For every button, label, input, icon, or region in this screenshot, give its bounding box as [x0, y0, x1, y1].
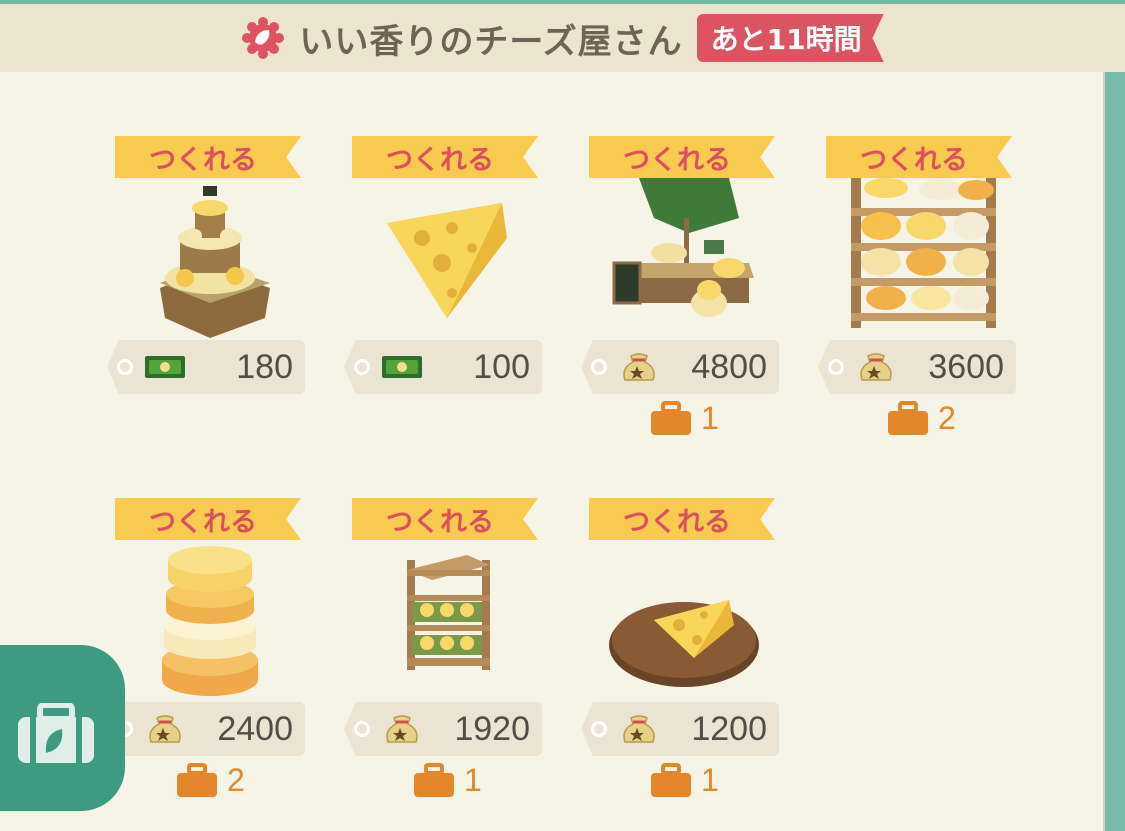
bag-requirement: 1 [649, 762, 719, 799]
bell-bag-icon [623, 353, 655, 381]
price-value: 180 [236, 348, 293, 386]
craftable-badge: つくれる [115, 498, 301, 540]
tag-hole [354, 721, 370, 737]
cheese-tower-stand-image [160, 186, 270, 338]
suitcase-icon [177, 762, 217, 797]
item-card[interactable]: つくれる 1920 1 [344, 498, 552, 799]
item-card[interactable]: つくれる 3600 2 [818, 136, 1026, 437]
stacked-cheese-wheels-image [162, 546, 258, 696]
craftable-badge: つくれる [352, 498, 538, 540]
craftable-badge: つくれる [826, 136, 1012, 178]
cheese-crate-rack-image [407, 555, 490, 670]
bell-bag-icon [860, 353, 892, 381]
craftable-badge: つくれる [589, 136, 775, 178]
bell-bag-icon [623, 715, 655, 743]
cheese-on-board-image [609, 600, 759, 687]
bag-requirement: 1 [649, 400, 719, 437]
price-tag: 2400 [107, 702, 305, 756]
price-tag: 1200 [581, 702, 779, 756]
item-card[interactable]: つくれる 4800 1 [581, 136, 789, 437]
price-tag: 4800 [581, 340, 779, 394]
bag-requirement: 2 [175, 762, 245, 799]
price-value: 2400 [217, 710, 293, 748]
cheese-shelf-image [851, 178, 996, 328]
tag-hole [591, 721, 607, 737]
item-card[interactable]: つくれる 180 [107, 136, 315, 436]
tag-hole [354, 359, 370, 375]
price-tag: 1920 [344, 702, 542, 756]
price-value: 1920 [454, 710, 530, 748]
bell-bag-icon [149, 715, 181, 743]
suitcase-icon [651, 762, 691, 797]
suitcase-icon [888, 400, 928, 435]
bell-bag-icon [386, 715, 418, 743]
cheese-stall-image [612, 178, 754, 317]
page-title: いい香りのチーズ屋さん [299, 21, 683, 62]
bag-count: 2 [938, 400, 956, 436]
bag-count: 1 [701, 762, 719, 798]
tag-hole [591, 359, 607, 375]
item-card[interactable]: つくれる 100 [344, 136, 552, 436]
flower-icon [242, 17, 285, 59]
price-value: 100 [473, 348, 530, 386]
bag-requirement: 1 [412, 762, 482, 799]
item-card[interactable]: つくれる 2400 2 [107, 498, 315, 799]
price-value: 3600 [928, 348, 1004, 386]
craftable-badge: つくれる [352, 136, 538, 178]
craftable-badge: つくれる [115, 136, 301, 178]
price-value: 4800 [691, 348, 767, 386]
scrollbar-track[interactable] [1105, 72, 1125, 831]
timer-badge: あと11時間 [696, 14, 884, 62]
suitcase-icon [414, 762, 454, 797]
price-tag: 3600 [818, 340, 1016, 394]
craftable-badge: つくれる [589, 498, 775, 540]
bag-count: 1 [464, 762, 482, 798]
price-value: 1200 [691, 710, 767, 748]
cheese-wedge-image [387, 203, 507, 318]
suitcase-icon [651, 400, 691, 435]
price-tag: 100 [344, 340, 542, 394]
ticket-icon [382, 356, 422, 378]
bag-requirement: 2 [886, 400, 956, 437]
ticket-icon [145, 356, 185, 378]
price-tag: 180 [107, 340, 305, 394]
leaf-bag-icon [18, 703, 94, 763]
inventory-bag-button[interactable] [0, 645, 125, 811]
header-bar: いい香りのチーズ屋さん あと11時間 [0, 4, 1125, 72]
item-card[interactable]: つくれる 1200 1 [581, 498, 789, 799]
tag-hole [117, 359, 133, 375]
tag-hole [828, 359, 844, 375]
bag-count: 1 [701, 400, 719, 436]
bag-count: 2 [227, 762, 245, 798]
